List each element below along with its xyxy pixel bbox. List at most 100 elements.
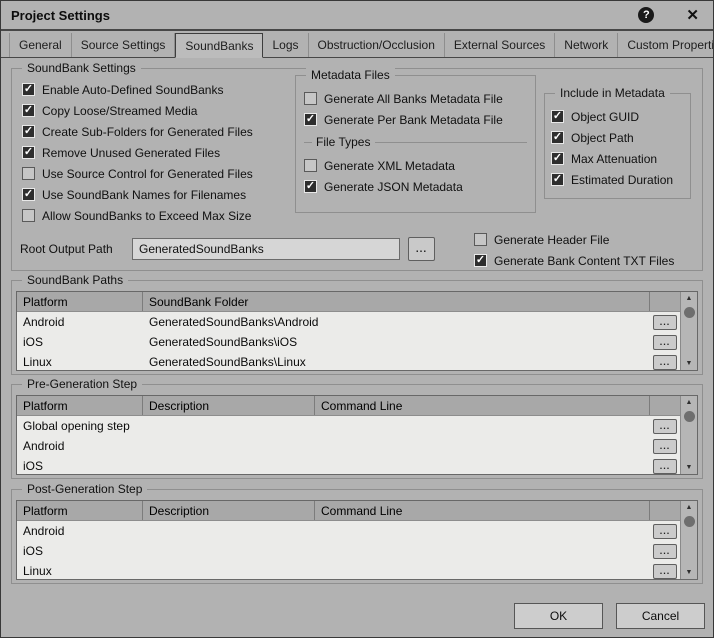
group-title: Metadata Files [306,68,395,82]
tab-source-settings[interactable]: Source Settings [72,33,176,57]
edit-row-button[interactable]: ... [653,335,677,350]
checkbox-generate-all-banks-metadata[interactable]: ✓Generate All Banks Metadata File [304,88,527,109]
vertical-scrollbar[interactable]: ▲ ▼ [680,292,697,370]
edit-row-button[interactable]: ... [653,544,677,559]
table-body: Platform Description Command Line Global… [17,396,680,474]
checkbox-label: Generate XML Metadata [324,159,455,173]
edit-row-button[interactable]: ... [653,355,677,370]
help-glyph: ? [643,9,650,21]
table-row[interactable]: iOS ... [17,541,680,561]
root-output-path-label: Root Output Path [20,242,132,256]
table-row[interactable]: Android ... [17,436,680,456]
edit-row-button[interactable]: ... [653,564,677,579]
tab-label: Source Settings [81,38,166,52]
column-header-platform[interactable]: Platform [17,501,143,520]
checkbox-label: Allow SoundBanks to Exceed Max Size [42,209,251,223]
checkbox-box-icon: ✓ [304,180,317,193]
table-body: Platform SoundBank Folder Android Genera… [17,292,680,370]
check-icon: ✓ [553,153,562,164]
checkbox-box-icon: ✓ [551,110,564,123]
tab-logs[interactable]: Logs [263,33,308,57]
table-row[interactable]: Linux ... [17,561,680,579]
cell-platform: Linux [17,564,143,578]
close-icon[interactable]: ✕ [686,6,699,24]
cell-platform: iOS [17,335,143,349]
checkbox-remove-unused-generated-files[interactable]: ✓Remove Unused Generated Files [22,142,253,163]
checkbox-label: Object Path [571,131,634,145]
project-settings-dialog: Project Settings ? ✕ General Source Sett… [0,0,714,638]
checkbox-generate-per-bank-metadata[interactable]: ✓ Generate Per Bank Metadata File [304,109,527,130]
edit-row-button[interactable]: ... [653,315,677,330]
column-header-platform[interactable]: Platform [17,396,143,415]
checkbox-box-icon: ✓ [551,173,564,186]
checkbox-enable-auto-defined-soundbanks[interactable]: ✓Enable Auto-Defined SoundBanks [22,79,253,100]
checkbox-object-path[interactable]: ✓ Object Path [551,127,684,148]
table-row[interactable]: Linux GeneratedSoundBanks\Linux ... [17,352,680,370]
column-header-platform[interactable]: Platform [17,292,143,311]
checkbox-generate-xml-metadata[interactable]: ✓ Generate XML Metadata [304,155,527,176]
vertical-scrollbar[interactable]: ▲ ▼ [680,396,697,474]
edit-row-button[interactable]: ... [653,524,677,539]
group-title: SoundBank Settings [22,61,141,75]
checkbox-generate-bank-content-txt[interactable]: ✓Generate Bank Content TXT Files [474,250,674,271]
check-icon: ✓ [24,147,33,158]
pre-generation-table: Platform Description Command Line Global… [16,395,698,475]
scroll-up-icon[interactable]: ▲ [686,399,693,406]
checkbox-create-sub-folders[interactable]: ✓Create Sub-Folders for Generated Files [22,121,253,142]
group-title: SoundBank Paths [22,273,128,287]
column-header-command-line[interactable]: Command Line [315,396,650,415]
table-row[interactable]: Android GeneratedSoundBanks\Android ... [17,312,680,332]
help-icon[interactable]: ? [638,7,654,23]
group-pre-generation-step: Pre-Generation Step Platform Description… [11,384,703,479]
table-row[interactable]: iOS GeneratedSoundBanks\iOS ... [17,332,680,352]
column-header-description[interactable]: Description [143,501,315,520]
tab-label: General [19,38,62,52]
edit-row-button[interactable]: ... [653,459,677,474]
column-header-command-line[interactable]: Command Line [315,501,650,520]
checkbox-use-source-control[interactable]: ✓Use Source Control for Generated Files [22,163,253,184]
browse-root-path-button[interactable]: ... [408,237,435,261]
scroll-thumb[interactable] [684,516,695,527]
edit-row-button[interactable]: ... [653,419,677,434]
checkbox-max-attenuation[interactable]: ✓Max Attenuation [551,148,684,169]
column-header-soundbank-folder[interactable]: SoundBank Folder [143,292,650,311]
checkbox-label: Estimated Duration [571,173,673,187]
checkbox-estimated-duration[interactable]: ✓ Estimated Duration [551,169,684,190]
scroll-thumb[interactable] [684,411,695,422]
ok-button[interactable]: OK [514,603,603,629]
tab-custom-properties[interactable]: Custom Properties [618,33,714,57]
checkbox-generate-json-metadata[interactable]: ✓Generate JSON Metadata [304,176,527,197]
tab-network[interactable]: Network [555,33,618,57]
scroll-up-icon[interactable]: ▲ [686,295,693,302]
checkbox-use-soundbank-names[interactable]: ✓Use SoundBank Names for Filenames [22,184,253,205]
checkbox-object-guid[interactable]: ✓Object GUID [551,106,684,127]
checkbox-allow-exceed-max-size[interactable]: ✓Allow SoundBanks to Exceed Max Size [22,205,253,226]
tab-general[interactable]: General [9,33,72,57]
scroll-up-icon[interactable]: ▲ [686,504,693,511]
scroll-thumb[interactable] [684,307,695,318]
check-icon: ✓ [553,132,562,143]
scroll-down-icon[interactable]: ▼ [686,360,693,367]
vertical-scrollbar[interactable]: ▲ ▼ [680,501,697,579]
check-icon: ✓ [553,111,562,122]
check-icon: ✓ [306,181,315,192]
table-row[interactable]: iOS ... [17,456,680,474]
scroll-down-icon[interactable]: ▼ [686,569,693,576]
tab-soundbanks[interactable]: SoundBanks [175,33,263,58]
checkbox-box-icon: ✓ [304,159,317,172]
table-row[interactable]: Global opening step ... [17,416,680,436]
edit-row-button[interactable]: ... [653,439,677,454]
cancel-button[interactable]: Cancel [616,603,705,629]
checkbox-copy-loose-streamed-media[interactable]: ✓Copy Loose/Streamed Media [22,100,253,121]
checkbox-label: Copy Loose/Streamed Media [42,104,197,118]
checkbox-label: Generate Per Bank Metadata File [324,113,503,127]
scroll-down-icon[interactable]: ▼ [686,464,693,471]
tab-obstruction-occlusion[interactable]: Obstruction/Occlusion [309,33,445,57]
table-row[interactable]: Android ... [17,521,680,541]
checkbox-generate-header-file[interactable]: ✓Generate Header File [474,229,674,250]
root-output-path-input[interactable] [132,238,400,260]
checkbox-box-icon: ✓ [304,113,317,126]
tab-external-sources[interactable]: External Sources [445,33,555,57]
column-header-description[interactable]: Description [143,396,315,415]
titlebar[interactable]: Project Settings ? ✕ [1,1,713,31]
